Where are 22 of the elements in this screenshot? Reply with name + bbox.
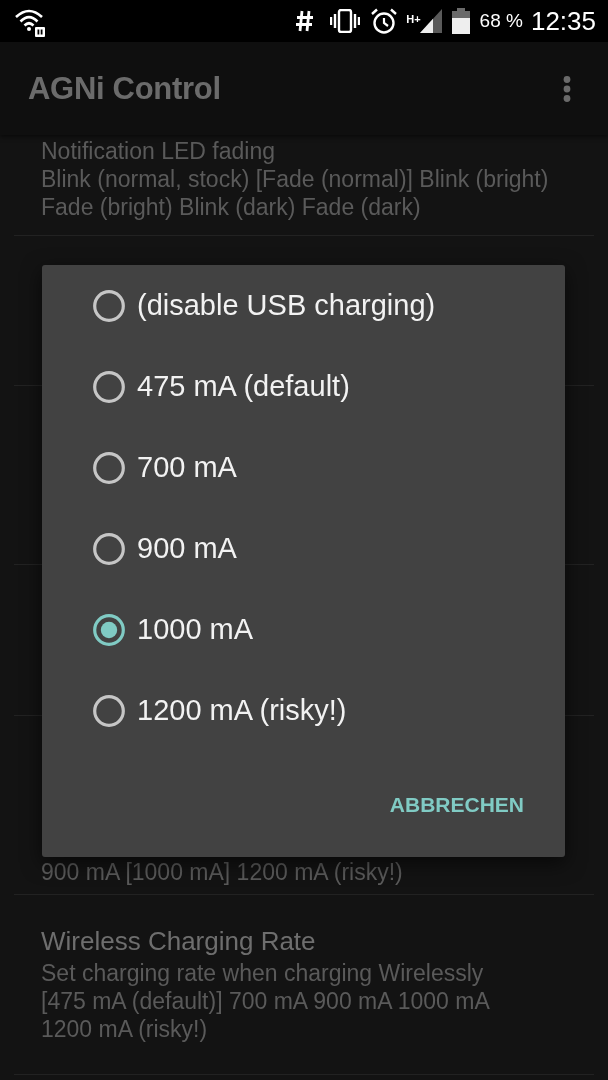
- vibrate-icon: [330, 9, 361, 33]
- battery-icon: [451, 8, 470, 34]
- network-type-label: H+: [406, 12, 421, 25]
- radio-option[interactable]: (disable USB charging): [42, 265, 565, 346]
- setting-summary: Notification LED fading Blink (normal, stock) [Fade (normal)] Blink (bright) Fade (bright) Blink (dark) Fade (dark): [41, 137, 550, 221]
- radio-option[interactable]: 900 mA: [42, 508, 565, 589]
- radio-option[interactable]: 1200 mA (risky!): [42, 670, 565, 751]
- setting-summary: Set charging rate when charging Wirelessly [475 mA (default)] 700 mA 900 mA 1000 mA 1200 mA (risky!): [41, 959, 491, 1043]
- cancel-button[interactable]: ABBRECHEN: [373, 781, 540, 829]
- hash-icon: [296, 10, 315, 32]
- wifi-icon: [14, 7, 46, 37]
- setting-summary: 900 mA [1000 mA] 1200 mA (risky!): [41, 858, 404, 886]
- alarm-clock-icon: [371, 8, 398, 34]
- setting-title: Wireless Charging Rate: [41, 925, 317, 958]
- signal-icon: [419, 9, 442, 33]
- clock-time: 12:35: [530, 5, 596, 37]
- radio-option[interactable]: 1000 mA: [42, 589, 565, 670]
- battery-percentage: 68 %: [479, 10, 523, 32]
- app-title: AGNi Control: [28, 70, 221, 107]
- overflow-menu-icon[interactable]: [563, 75, 571, 102]
- radio-option[interactable]: 700 mA: [42, 427, 565, 508]
- radio-option[interactable]: 475 mA (default): [42, 346, 565, 427]
